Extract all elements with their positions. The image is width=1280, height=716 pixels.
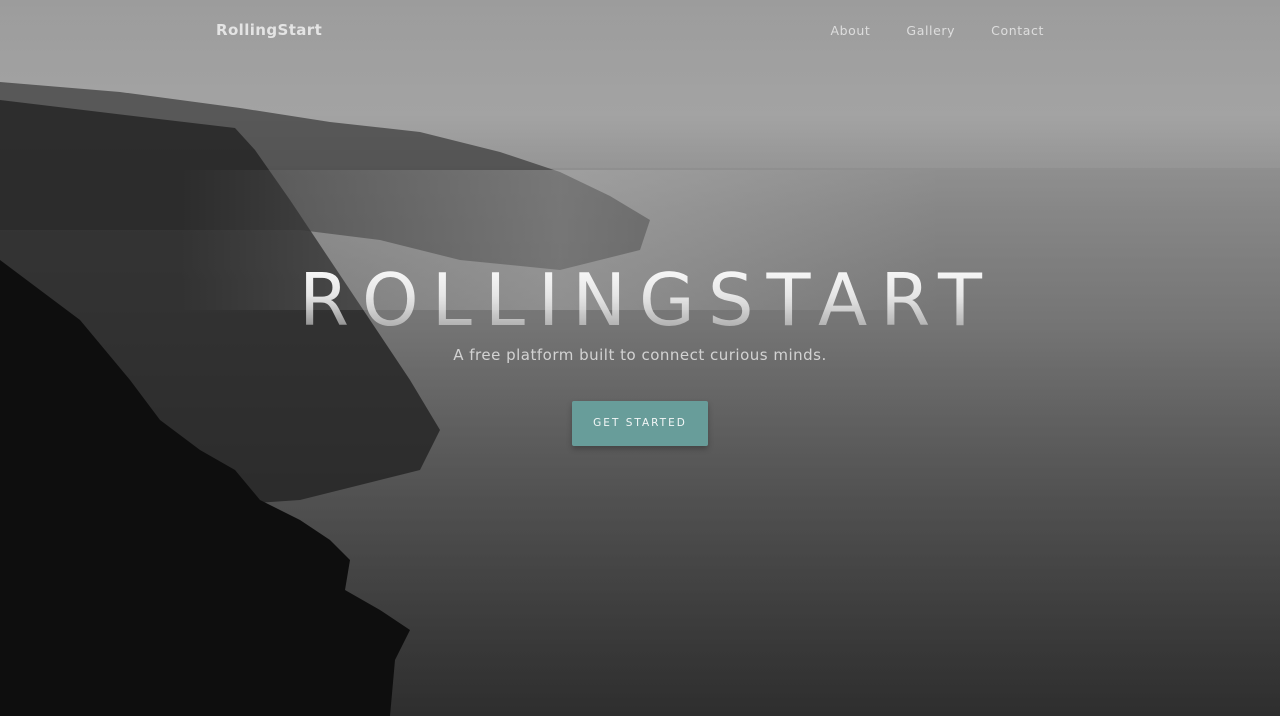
hero-subtitle: A free platform built to connect curious… — [453, 346, 827, 364]
nav-link-contact[interactable]: Contact — [991, 23, 1044, 38]
nav-links: About Gallery Contact — [794, 23, 1044, 38]
brand-logo-link[interactable]: RollingStart — [216, 21, 322, 39]
top-navbar: RollingStart About Gallery Contact — [0, 0, 1280, 62]
get-started-button[interactable]: GET STARTED — [572, 401, 708, 446]
hero-title: ROLLINGSTART — [0, 258, 1280, 342]
nav-link-about[interactable]: About — [830, 23, 870, 38]
nav-link-gallery[interactable]: Gallery — [906, 23, 955, 38]
hero-section: RollingStart About Gallery Contact ROLLI… — [0, 0, 1280, 716]
hero-content: ROLLINGSTART A free platform built to co… — [0, 258, 1280, 446]
